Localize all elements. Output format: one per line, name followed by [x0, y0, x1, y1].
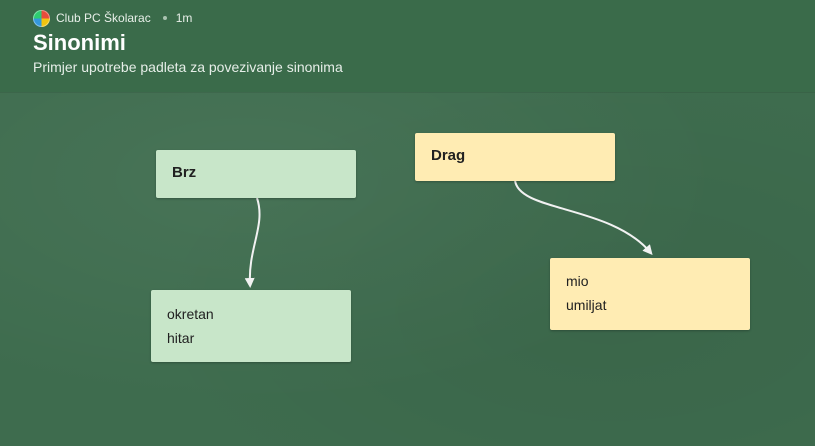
club-logo-icon — [33, 9, 50, 27]
synonym-item: umiljat — [566, 297, 607, 313]
synonym-item: okretan — [167, 306, 214, 322]
synonym-item: mio — [566, 273, 589, 289]
card-title: Brz — [172, 164, 197, 181]
card-drag-synonyms[interactable]: mio umiljat — [550, 258, 750, 330]
page-title: Sinonimi — [33, 30, 126, 55]
synonym-item: hitar — [167, 330, 195, 346]
author-row: Club PC Školarac 1m — [33, 9, 192, 27]
card-drag[interactable]: Drag — [415, 133, 615, 181]
card-body: mio umiljat — [566, 269, 734, 317]
separator-dot-icon — [162, 16, 167, 20]
card-brz-synonyms[interactable]: okretan hitar — [151, 290, 351, 362]
card-body: okretan hitar — [167, 302, 335, 350]
post-time: 1m — [175, 11, 193, 25]
page-subtitle: Primjer upotrebe padleta za povezivanje … — [33, 59, 343, 75]
card-brz[interactable]: Brz — [156, 150, 356, 198]
card-title: Drag — [431, 147, 466, 164]
padlet-header: Club PC Školarac 1m Sinonimi Primjer upo… — [0, 0, 815, 92]
author-name[interactable]: Club PC Školarac — [56, 11, 151, 25]
